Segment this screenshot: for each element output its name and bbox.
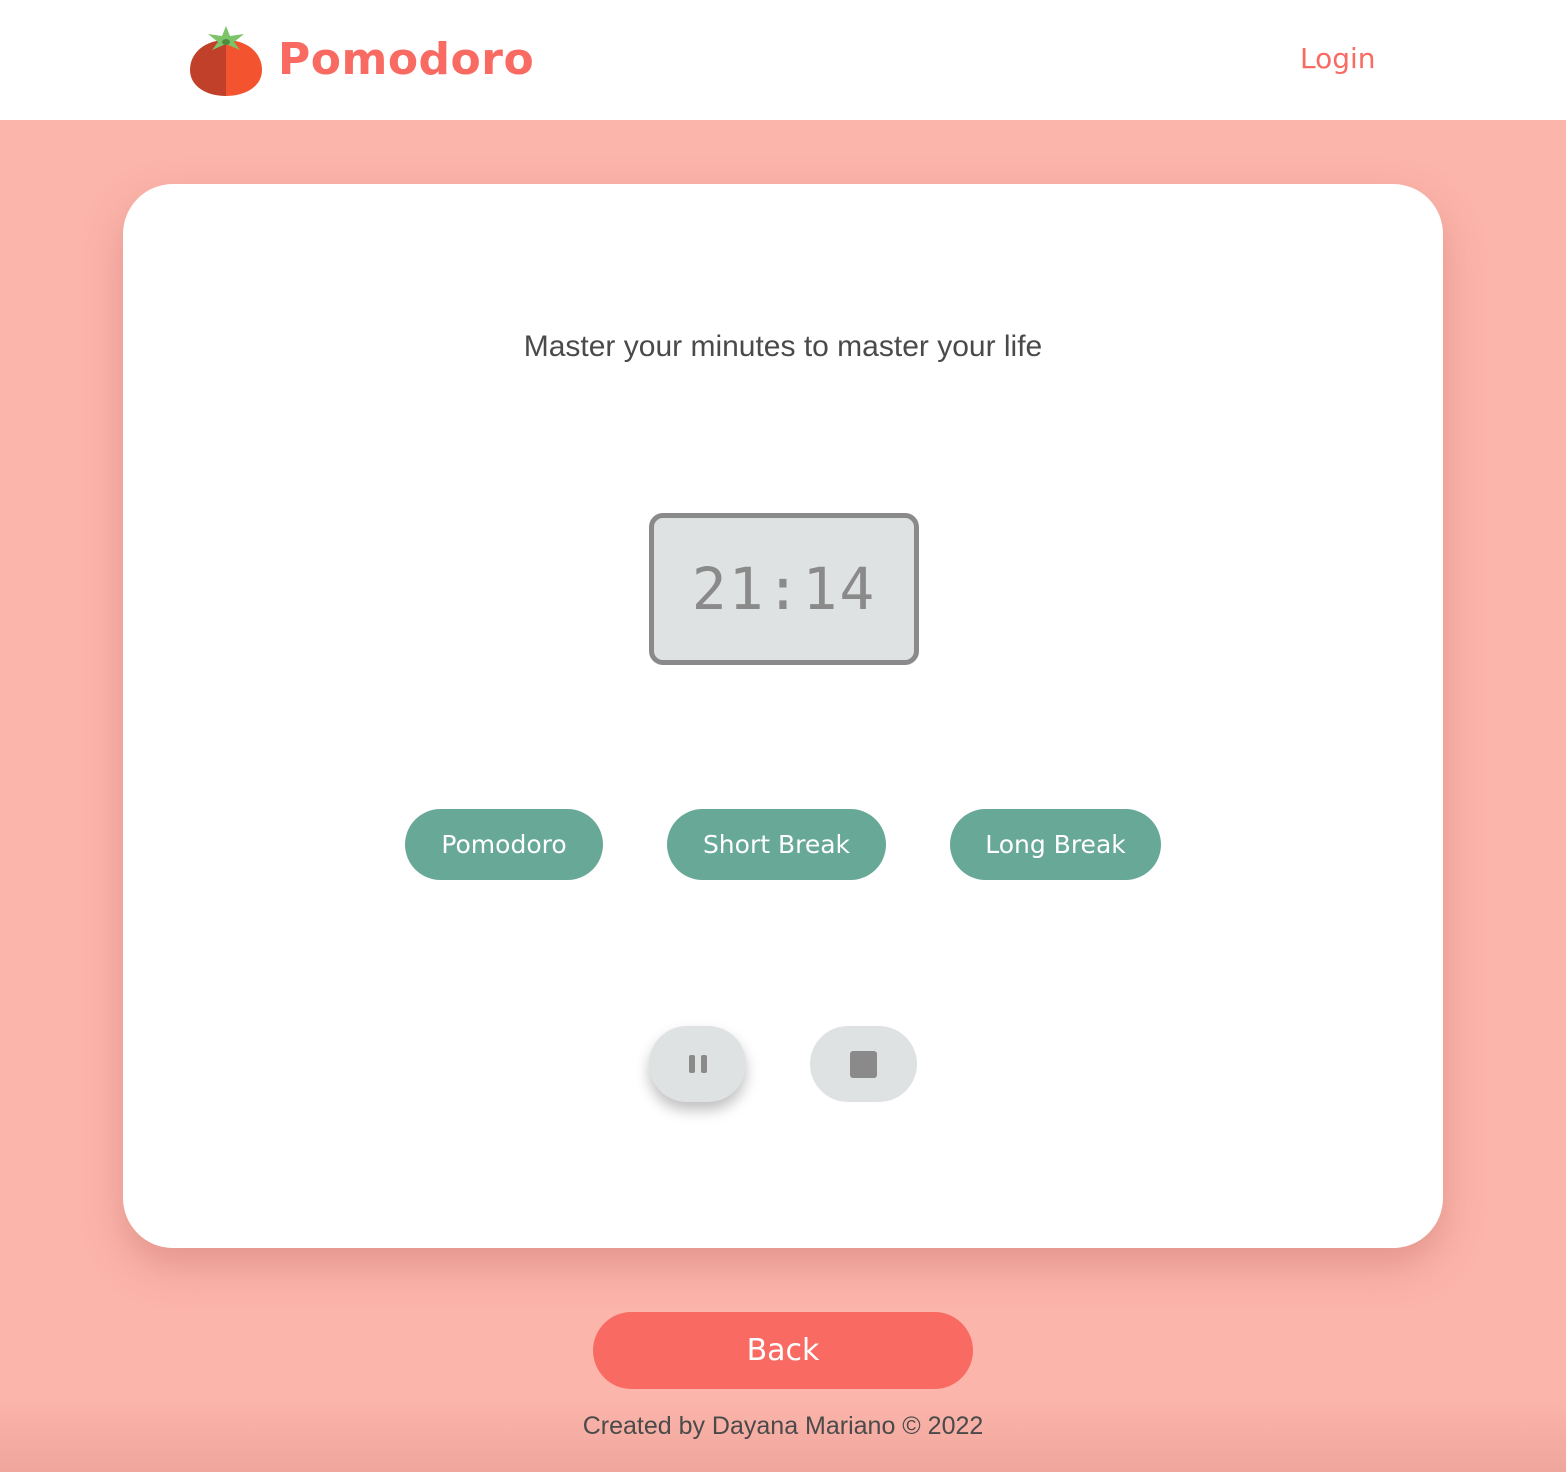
stop-button[interactable]	[810, 1026, 917, 1102]
brand[interactable]: Pomodoro	[188, 22, 534, 98]
back-button[interactable]: Back	[593, 1312, 973, 1389]
long-break-button[interactable]: Long Break	[950, 809, 1161, 880]
brand-name: Pomodoro	[278, 34, 535, 85]
footer-credit: Created by Dayana Mariano © 2022	[582, 1412, 984, 1440]
pause-button[interactable]	[649, 1026, 746, 1102]
tagline: Master your minutes to master your life	[523, 330, 1043, 363]
top-nav: Pomodoro Login	[0, 0, 1566, 120]
pause-bar-right	[700, 1055, 707, 1073]
timer-display: 21:14	[649, 513, 919, 665]
stop-icon	[850, 1050, 877, 1078]
pomodoro-mode-button[interactable]: Pomodoro	[405, 809, 603, 880]
short-break-button[interactable]: Short Break	[667, 809, 886, 880]
login-link[interactable]: Login	[1300, 42, 1376, 75]
timer-card: Master your minutes to master your life …	[123, 184, 1443, 1248]
pause-icon	[688, 1055, 707, 1073]
pause-bar-left	[688, 1055, 695, 1073]
tomato-icon	[190, 26, 262, 96]
timer-value: 21:14	[691, 555, 877, 623]
